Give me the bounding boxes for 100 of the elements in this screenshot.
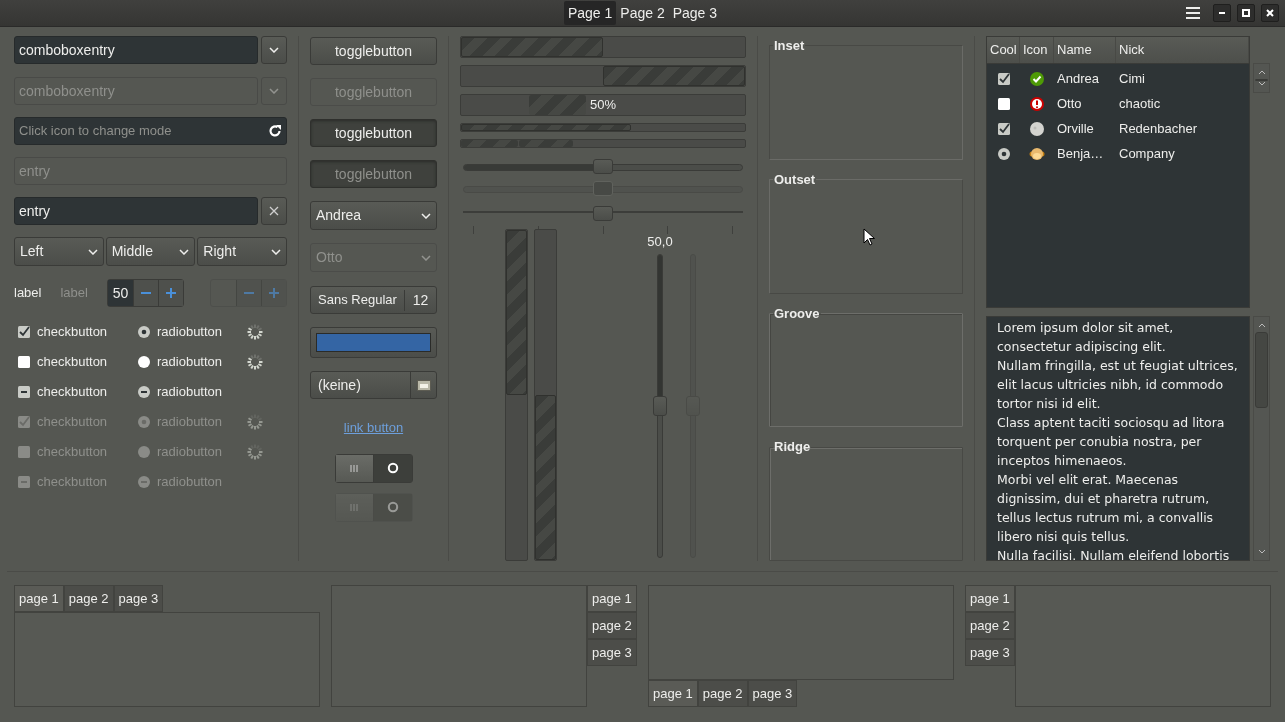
notebook-tab[interactable]: page 2 xyxy=(965,612,1015,639)
plus-icon[interactable] xyxy=(164,287,177,299)
checkbox[interactable] xyxy=(17,385,31,399)
dropdown-button[interactable] xyxy=(261,36,287,64)
caret-icon xyxy=(269,47,279,53)
radio-label: radiobutton xyxy=(157,323,223,342)
label-text: label xyxy=(14,284,42,303)
toggle-button[interactable]: togglebutton xyxy=(310,119,437,147)
scrollbar[interactable] xyxy=(1253,63,1270,93)
toggle-button[interactable]: togglebutton xyxy=(310,37,437,65)
menu-icon[interactable] xyxy=(1185,6,1201,20)
slider[interactable] xyxy=(463,157,743,177)
text-view[interactable] xyxy=(986,316,1250,561)
radio-label: radiobutton xyxy=(157,353,223,372)
scroll-down-icon[interactable] xyxy=(1257,81,1266,86)
maximize-icon xyxy=(1242,9,1250,17)
notebook-tab[interactable]: page 2 xyxy=(63,585,114,612)
animal-head-icon xyxy=(1029,145,1045,162)
refresh-icon[interactable] xyxy=(268,124,282,138)
moon-icon xyxy=(1029,120,1045,137)
progress-text: 50% xyxy=(590,96,616,115)
slider-thumb[interactable] xyxy=(653,396,667,416)
minimize-button[interactable] xyxy=(1213,4,1231,22)
caret-icon xyxy=(271,248,281,255)
scrollbar[interactable] xyxy=(1253,316,1270,561)
checkbox[interactable] xyxy=(996,96,1011,111)
notebook-tab[interactable]: page 3 xyxy=(747,680,798,707)
frame-title: Inset xyxy=(773,37,806,55)
close-icon xyxy=(1266,9,1274,17)
slider[interactable] xyxy=(463,204,743,234)
close-button[interactable] xyxy=(1261,4,1279,22)
column-header[interactable]: Name xyxy=(1054,37,1116,63)
minimize-icon xyxy=(1219,12,1225,14)
slider-thumb[interactable] xyxy=(593,206,613,221)
notebook-tab[interactable]: page 1 xyxy=(965,585,1015,612)
frame-title: Outset xyxy=(773,170,817,189)
header-tab[interactable]: Page 3 xyxy=(668,1,722,25)
vertical-slider[interactable] xyxy=(653,254,667,558)
scroll-up-icon[interactable] xyxy=(1257,323,1266,328)
text-field[interactable]: entry xyxy=(14,197,258,225)
column-header[interactable]: Icon xyxy=(1020,37,1054,63)
color-button[interactable] xyxy=(310,327,437,358)
slider-thumb[interactable] xyxy=(593,159,613,174)
scroll-down-icon[interactable] xyxy=(1257,549,1266,554)
header-tab[interactable]: Page 2 xyxy=(616,1,669,25)
paragraph: Lorem ipsum dolor sit amet, consectetur adipiscing elit. xyxy=(997,319,1175,356)
radio-button[interactable] xyxy=(996,146,1011,161)
font-button[interactable]: Sans Regular 12 xyxy=(310,286,437,314)
radio-button[interactable] xyxy=(137,355,151,369)
dropdown[interactable]: Middle xyxy=(105,237,196,266)
notebook-tab[interactable]: page 2 xyxy=(697,680,748,707)
switch[interactable] xyxy=(334,453,413,483)
dropdown-button[interactable] xyxy=(261,77,287,105)
table-cell-text: Redenbacher xyxy=(1118,119,1199,138)
scroll-up-icon[interactable] xyxy=(1257,70,1266,75)
scale-value: 50,0 xyxy=(647,234,673,249)
notebook-tab[interactable]: page 2 xyxy=(587,612,637,639)
radio-label: radiobutton xyxy=(157,443,223,462)
caret-icon xyxy=(179,248,190,255)
checkbox[interactable] xyxy=(996,71,1011,86)
paragraph: Nulla facilisi. Nullam eleifend lobortis xyxy=(997,547,1231,560)
table-cell-text: Otto xyxy=(1056,94,1083,113)
paragraph: Nullam fringilla, est ut feugiat ultrices, elit lacus ultricies nibh, id commodo tortor nisi id elit. xyxy=(997,357,1239,413)
table-cell-text: Company xyxy=(1118,144,1176,163)
check-circle-icon xyxy=(1029,70,1045,87)
dropdown[interactable]: Right xyxy=(197,237,287,266)
maximize-button[interactable] xyxy=(1237,4,1255,22)
radio-button[interactable] xyxy=(137,385,151,399)
off-icon xyxy=(386,501,399,513)
header-tab[interactable]: Page 1 xyxy=(563,1,617,25)
checkbox[interactable] xyxy=(17,355,31,369)
table-cell-text: Benja… xyxy=(1056,144,1105,163)
on-icon xyxy=(350,464,359,472)
notebook-tab[interactable]: page 1 xyxy=(14,585,64,612)
dropdown[interactable]: Left xyxy=(14,237,104,266)
column-header[interactable]: Nick xyxy=(1116,37,1249,63)
scrollbar-thumb[interactable] xyxy=(1255,332,1268,408)
column-header[interactable]: Cool xyxy=(987,37,1020,63)
table-cell-text: chaotic xyxy=(1118,94,1162,113)
notebook-tab[interactable]: page 1 xyxy=(648,680,698,707)
dropdown[interactable]: Andrea xyxy=(310,201,437,230)
spin-button[interactable]: 50 xyxy=(106,279,184,307)
notebook-tab[interactable]: page 1 xyxy=(587,585,637,612)
checkbox-label: checkbutton xyxy=(37,443,108,462)
file-button[interactable]: (keine) xyxy=(310,371,437,399)
notebook-tab[interactable]: page 3 xyxy=(113,585,164,612)
checkbox[interactable] xyxy=(17,325,31,339)
frame-title: Groove xyxy=(773,304,821,323)
checkbox[interactable] xyxy=(996,121,1011,136)
pointer-icon xyxy=(863,228,875,246)
notebook-tab[interactable]: page 3 xyxy=(587,639,637,666)
radio-button[interactable] xyxy=(137,325,151,339)
folder-icon xyxy=(416,379,431,391)
off-icon xyxy=(386,462,399,474)
clear-button[interactable] xyxy=(261,197,287,225)
notebook-tab[interactable]: page 3 xyxy=(965,639,1015,666)
checkbox-label: checkbutton xyxy=(37,473,108,492)
table-cell-text: Cimi xyxy=(1118,69,1146,88)
combo-entry-field[interactable]: comboboxentry xyxy=(14,36,258,64)
search-field[interactable]: Click icon to change mode xyxy=(14,117,287,145)
